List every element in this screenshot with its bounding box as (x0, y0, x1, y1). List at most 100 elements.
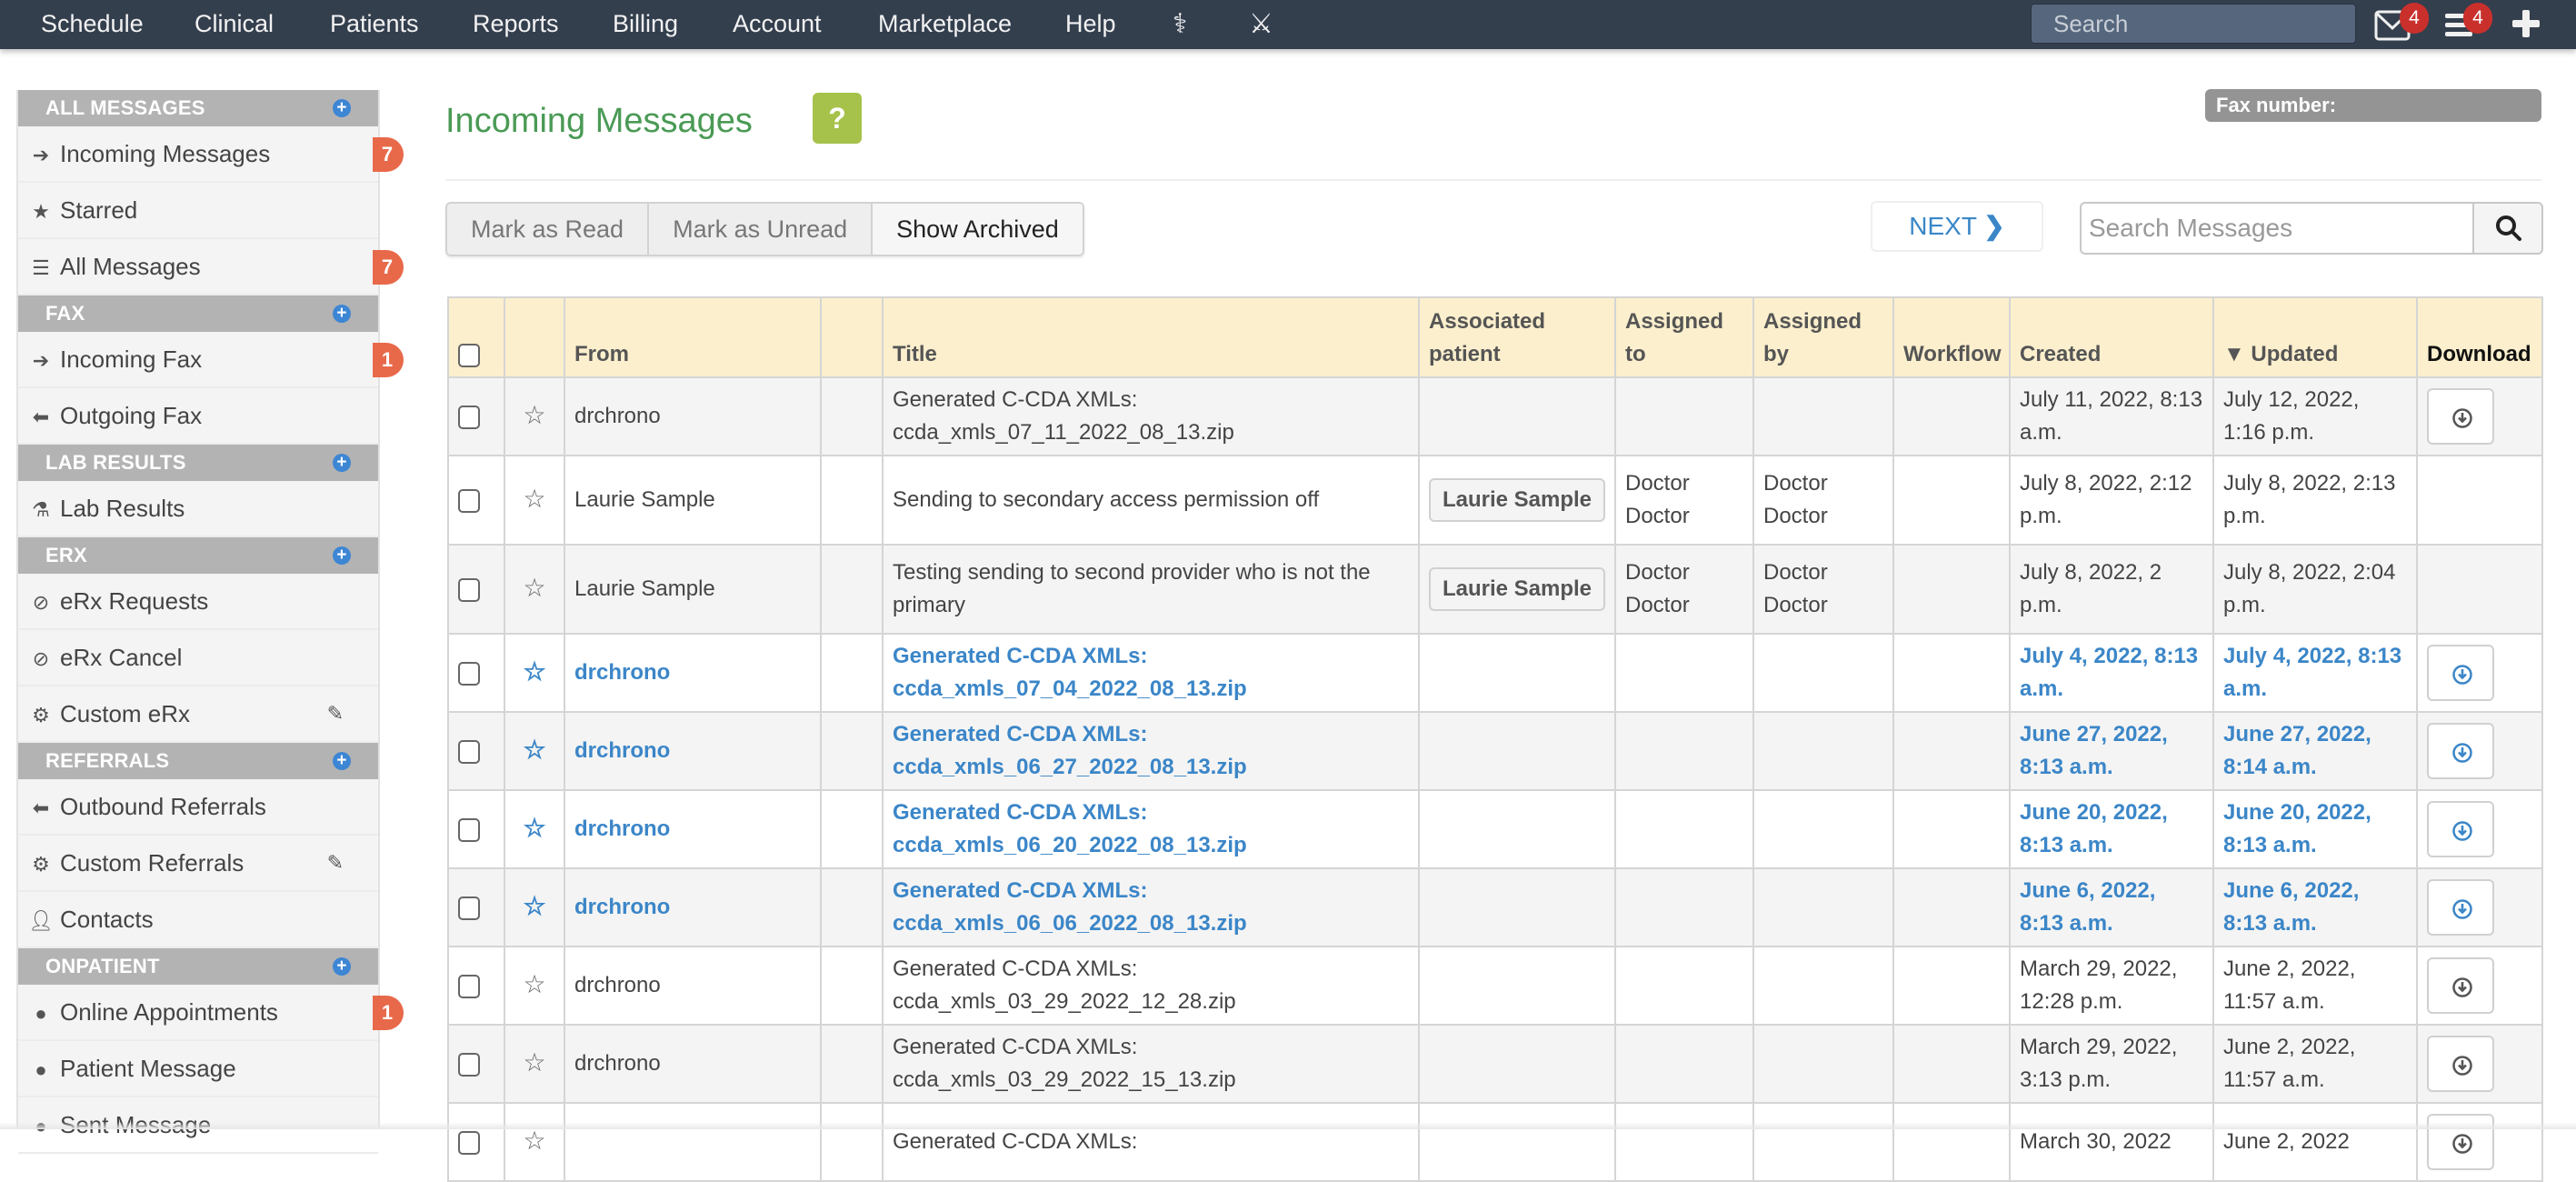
nav-help[interactable]: Help (1065, 0, 1116, 49)
sidebar-item-outbound-referrals[interactable]: ⬅ Outbound Referrals (18, 779, 378, 836)
sidebar-item-contacts[interactable]: 👤︎ Contacts (18, 892, 378, 948)
row-checkbox[interactable] (458, 896, 480, 920)
title-cell[interactable]: Testing sending to second provider who i… (882, 544, 1420, 635)
next-page-button[interactable]: NEXT ❯ (1871, 201, 2043, 252)
from-cell[interactable] (564, 1102, 822, 1182)
download-button[interactable] (2427, 1036, 2494, 1092)
star-outline-icon[interactable]: ☆ (523, 485, 545, 513)
show-archived-button[interactable]: Show Archived (873, 204, 1083, 255)
title-cell[interactable]: Generated C-CDA XMLs: ccda_xmls_07_04_20… (882, 633, 1420, 713)
table-row[interactable]: ☆ Laurie Sample Sending to secondary acces… (447, 455, 2543, 546)
sidebar-item-patient-message[interactable]: ● Patient Message (18, 1041, 378, 1097)
sidebar-item-erx-cancel[interactable]: ⊘ eRx Cancel (18, 630, 378, 686)
star-outline-icon[interactable]: ☆ (523, 892, 545, 920)
add-button[interactable] (2511, 0, 2547, 49)
add-circle-icon[interactable]: + (333, 546, 351, 565)
sidebar-item-custom-erx[interactable]: ⚙ Custom eRx ✎ (18, 686, 378, 743)
from-cell[interactable]: drchrono (564, 1024, 822, 1104)
table-row[interactable]: ☆ Generated C-CDA XMLs: March 30, 2022 June… (447, 1102, 2543, 1182)
from-cell[interactable]: drchrono (564, 789, 822, 869)
title-cell[interactable]: Generated C-CDA XMLs: ccda_xmls_03_29_20… (882, 946, 1420, 1026)
star-outline-icon[interactable]: ☆ (523, 736, 545, 764)
column-header-workflow[interactable]: Workflow (1892, 296, 2011, 378)
column-header-created[interactable]: Created (2009, 296, 2214, 378)
download-button[interactable] (2427, 957, 2494, 1014)
add-circle-icon[interactable]: + (333, 305, 351, 323)
sidebar-item-incoming-messages[interactable]: ➔ Incoming Messages 7 (18, 126, 404, 183)
title-cell[interactable]: Generated C-CDA XMLs: ccda_xmls_03_29_20… (882, 1024, 1420, 1104)
title-cell[interactable]: Generated C-CDA XMLs: ccda_xmls_06_27_20… (882, 711, 1420, 791)
row-checkbox[interactable] (458, 405, 480, 429)
table-row[interactable]: ☆ drchrono Generated C-CDA XMLs: ccda_xmls… (447, 946, 2543, 1026)
column-header-title[interactable]: Title (882, 296, 1420, 378)
pencil-icon[interactable]: ✎ (327, 686, 344, 741)
download-button[interactable] (2427, 879, 2494, 936)
crossed-swords-icon[interactable]: ⚔ (1249, 0, 1273, 49)
from-cell[interactable]: drchrono (564, 711, 822, 791)
download-button[interactable] (2427, 645, 2494, 701)
column-header-updated[interactable]: ▼ Updated (2212, 296, 2418, 378)
mark-as-unread-button[interactable]: Mark as Unread (649, 204, 874, 255)
sidebar-item-custom-referrals[interactable]: ⚙ Custom Referrals ✎ (18, 836, 378, 892)
select-all-checkbox[interactable] (458, 343, 480, 367)
sidebar-item-incoming-fax[interactable]: ➔ Incoming Fax 1 (18, 332, 404, 388)
from-cell[interactable]: Laurie Sample (564, 455, 822, 546)
associated-patient-button[interactable]: Laurie Sample (1429, 567, 1605, 611)
add-circle-icon[interactable]: + (333, 957, 351, 976)
row-checkbox[interactable] (458, 577, 480, 602)
messages-button[interactable]: 4 (2372, 0, 2429, 49)
associated-patient-button[interactable]: Laurie Sample (1429, 478, 1605, 522)
sidebar-item-lab-results[interactable]: ⚗ Lab Results (18, 481, 378, 537)
table-row[interactable]: ☆ drchrono Generated C-CDA XMLs: ccda_xmls… (447, 633, 2543, 713)
row-checkbox[interactable] (458, 974, 480, 998)
nav-clinical[interactable]: Clinical (195, 0, 274, 49)
from-cell[interactable]: drchrono (564, 633, 822, 713)
table-row[interactable]: ☆ drchrono Generated C-CDA XMLs: ccda_xmls… (447, 376, 2543, 456)
sidebar-item-online-appointments[interactable]: ● Online Appointments 1 (18, 985, 404, 1041)
sidebar-item-all-messages[interactable]: ☰ All Messages 7 (18, 239, 404, 296)
nav-schedule[interactable]: Schedule (41, 0, 144, 49)
row-checkbox[interactable] (458, 1130, 480, 1155)
add-circle-icon[interactable]: + (333, 454, 351, 472)
add-circle-icon[interactable]: + (333, 99, 351, 117)
table-row[interactable]: ☆ drchrono Generated C-CDA XMLs: ccda_xmls… (447, 789, 2543, 869)
row-checkbox[interactable] (458, 739, 480, 764)
from-cell[interactable]: Laurie Sample (564, 544, 822, 635)
nav-billing[interactable]: Billing (613, 0, 678, 49)
title-cell[interactable]: Generated C-CDA XMLs: ccda_xmls_07_11_20… (882, 376, 1420, 456)
global-search-input[interactable]: Search (2031, 4, 2356, 44)
add-circle-icon[interactable]: + (333, 752, 351, 770)
star-outline-icon[interactable]: ☆ (523, 814, 545, 842)
star-outline-icon[interactable]: ☆ (523, 1127, 545, 1155)
download-button[interactable] (2427, 801, 2494, 857)
row-checkbox[interactable] (458, 817, 480, 842)
mark-as-read-button[interactable]: Mark as Read (447, 204, 650, 255)
column-header-assigned-by[interactable]: Assigned by (1752, 296, 1894, 378)
column-header-from[interactable]: From (564, 296, 822, 378)
star-outline-icon[interactable]: ☆ (523, 970, 545, 998)
search-messages-input[interactable] (2080, 202, 2474, 255)
star-outline-icon[interactable]: ☆ (523, 401, 545, 429)
from-cell[interactable]: drchrono (564, 867, 822, 947)
from-cell[interactable]: drchrono (564, 376, 822, 456)
sidebar-item-starred[interactable]: ★ Starred (18, 183, 378, 239)
table-row[interactable]: ☆ drchrono Generated C-CDA XMLs: ccda_xmls… (447, 711, 2543, 791)
star-outline-icon[interactable]: ☆ (523, 574, 545, 602)
title-cell[interactable]: Generated C-CDA XMLs: (882, 1102, 1420, 1182)
title-cell[interactable]: Generated C-CDA XMLs: ccda_xmls_06_20_20… (882, 789, 1420, 869)
search-button[interactable] (2472, 202, 2543, 255)
download-button[interactable] (2427, 388, 2494, 445)
download-button[interactable] (2427, 723, 2494, 779)
sidebar-item-outgoing-fax[interactable]: ⬅ Outgoing Fax (18, 388, 378, 445)
nav-account[interactable]: Account (733, 0, 822, 49)
star-outline-icon[interactable]: ☆ (523, 1048, 545, 1077)
nav-reports[interactable]: Reports (473, 0, 559, 49)
row-checkbox[interactable] (458, 1052, 480, 1077)
title-cell[interactable]: Generated C-CDA XMLs: ccda_xmls_06_06_20… (882, 867, 1420, 947)
table-row[interactable]: ☆ drchrono Generated C-CDA XMLs: ccda_xmls… (447, 1024, 2543, 1104)
title-cell[interactable]: Sending to secondary access permission o… (882, 455, 1420, 546)
column-header-assigned-to[interactable]: Assigned to (1614, 296, 1754, 378)
nav-patients[interactable]: Patients (330, 0, 419, 49)
row-checkbox[interactable] (458, 661, 480, 686)
nav-marketplace[interactable]: Marketplace (878, 0, 1012, 49)
